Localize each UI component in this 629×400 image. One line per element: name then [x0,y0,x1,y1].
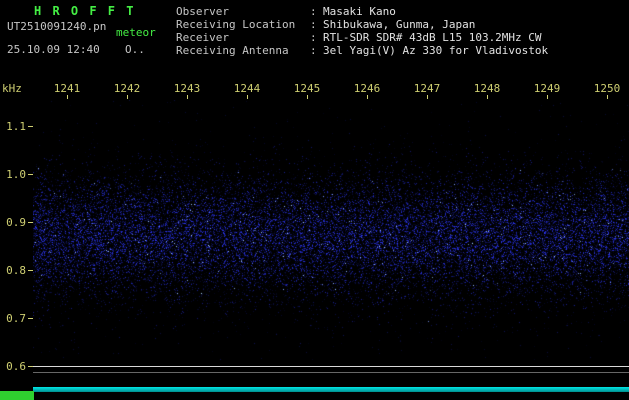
freq-axis-label: 0.8 [6,264,26,277]
station-tag: meteor [116,26,156,39]
time-axis-label: 1243 [173,82,201,95]
info-colon: : [310,31,317,44]
time-axis-label: 1241 [53,82,81,95]
info-row-receiving-antenna: Receiving Antenna : 3el Yagi(V) Az 330 f… [176,44,548,57]
info-label: Receiving Antenna [176,44,289,57]
station-info-table: Observer : Masaki Kano Receiving Locatio… [176,5,548,57]
status-chars: O.. [125,43,145,56]
info-label: Receiving Location [176,18,296,31]
info-value: RTL-SDR SDR# 43dB L15 103.2MHz CW [323,31,542,44]
hrofft-screen: { "header": { "app_title": "H R O F F T"… [0,0,629,400]
time-axis-label: 1249 [533,82,561,95]
baseline-dim-line [33,372,629,373]
date-time: 25.10.09 12:40 [7,43,100,56]
freq-axis-label: 0.7 [6,312,26,325]
time-axis-label: 1246 [353,82,381,95]
info-value: Shibukawa, Gunma, Japan [323,18,476,31]
time-axis-label: 1245 [293,82,321,95]
freq-axis-unit: kHz [2,82,22,95]
info-row-observer: Observer : Masaki Kano [176,5,548,18]
info-value: Masaki Kano [323,5,396,18]
info-colon: : [310,44,317,57]
time-axis-label: 1248 [473,82,501,95]
info-row-receiver: Receiver : RTL-SDR SDR# 43dB L15 103.2MH… [176,31,548,44]
time-axis-tick [127,95,128,99]
time-axis-tick [367,95,368,99]
time-axis-label: 1247 [413,82,441,95]
time-axis-tick [607,95,608,99]
info-value: 3el Yagi(V) Az 330 for Vladivostok [323,44,549,57]
freq-axis-label: 1.0 [6,168,26,181]
time-axis-tick [67,95,68,99]
time-axis-tick [487,95,488,99]
time-axis-tick [427,95,428,99]
time-axis-tick [187,95,188,99]
freq-axis-label: 0.6 [6,360,26,373]
signal-level-bar [33,387,629,392]
time-axis-label: 1250 [593,82,621,95]
time-axis-tick [247,95,248,99]
time-axis-label: 1242 [113,82,141,95]
spectrogram-canvas [33,100,629,388]
freq-axis-label: 1.1 [6,120,26,133]
time-axis-tick [307,95,308,99]
info-row-receiving-location: Receiving Location : Shibukawa, Gunma, J… [176,18,548,31]
status-green-marker [0,391,34,400]
time-axis-tick [547,95,548,99]
app-title: H R O F F T [34,4,136,18]
time-axis-label: 1244 [233,82,261,95]
baseline-bright-line [33,366,629,367]
info-label: Observer [176,5,229,18]
info-colon: : [310,5,317,18]
output-filename: UT2510091240.pn [7,20,107,33]
info-label: Receiver [176,31,229,44]
freq-axis-label: 0.9 [6,216,26,229]
info-colon: : [310,18,317,31]
